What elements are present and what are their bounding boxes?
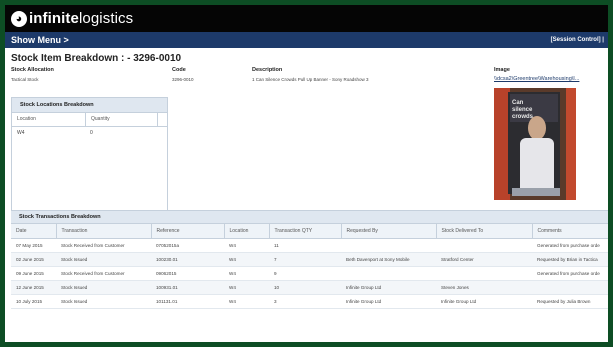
quantity-cell: 0 [90, 130, 93, 136]
delivered-to-cell: Stratford Center [436, 252, 532, 267]
menu-bar: Show Menu > [Session Control] | [5, 32, 608, 48]
col-date[interactable]: Date [11, 224, 57, 239]
comments-cell [532, 280, 608, 295]
stock-transactions-title: Stock Transactions Breakdown [11, 211, 608, 224]
location-cell: W4 [224, 252, 269, 267]
transaction-cell: Stock Received from Customer [56, 266, 151, 281]
col-transaction[interactable]: Transaction [56, 224, 152, 239]
logo-name-regular: logistics [78, 10, 134, 27]
col-location[interactable]: Location [224, 224, 270, 239]
col-transaction-qty[interactable]: Transaction QTY [269, 224, 342, 239]
transaction-cell: Stock Issued [56, 252, 151, 267]
image-banner-stand [512, 188, 560, 196]
col-reference[interactable]: Reference [151, 224, 225, 239]
transaction-cell: Stock Received from Customer [56, 238, 151, 253]
reference-cell: 100931.01 [151, 280, 224, 295]
qty-cell: 3 [269, 294, 341, 309]
date-cell: 12 June 2015 [11, 280, 56, 295]
qty-cell: 7 [269, 252, 341, 267]
location-cell: W4 [224, 238, 269, 253]
reference-cell: 101131.01 [151, 294, 224, 309]
delivered-to-cell: Steven Jones [436, 280, 532, 295]
logo-icon: ◕ [11, 10, 27, 27]
requested-by-cell: Infinite Group Ltd [341, 280, 436, 295]
description-column: Description 1 Can Silence Crowds Pull Up… [252, 67, 369, 82]
allocation-value: Tactical Stock [11, 77, 39, 82]
code-label: Code [172, 67, 186, 73]
stock-locations-panel: Stock Locations Breakdown Location Quant… [11, 97, 168, 211]
page-title: Stock Item Breakdown : - 3296-0010 [11, 53, 182, 64]
reference-cell: 07052015a [151, 238, 224, 253]
allocation-label: Stock Allocation [11, 67, 54, 73]
logo-name-bold: infinite [29, 10, 79, 27]
locations-row: W4 0 [12, 127, 167, 140]
date-cell: 07 May 2015 [11, 238, 56, 253]
description-value: 1 Can Silence Crowds Pull Up Banner - So… [252, 77, 369, 82]
table-row[interactable]: 10 July 2015 Stock Issued 101131.01 W4 3… [11, 294, 608, 309]
requested-by-cell [341, 266, 436, 281]
image-person-head [528, 116, 546, 140]
comments-cell: Requested by Julia Brown [532, 294, 608, 309]
allocation-column: Stock Allocation Tactical Stock [11, 67, 54, 82]
brand-bar: ◕ infinitelogistics [5, 5, 608, 32]
transactions-header-row: Date Transaction Reference Location Tran… [11, 224, 608, 239]
locations-col-location: Location [12, 113, 86, 126]
code-column: Code 3296-0010 [172, 67, 194, 82]
date-cell: 09 June 2015 [11, 266, 56, 281]
image-label: Image [494, 67, 510, 73]
locations-header-row: Location Quantity [12, 113, 167, 127]
table-row[interactable]: 09 June 2015 Stock Received from Custome… [11, 266, 608, 281]
location-cell: W4 [224, 280, 269, 295]
delivered-to-cell [436, 266, 532, 281]
date-cell: 10 July 2015 [11, 294, 56, 309]
reference-cell: 100230.01 [151, 252, 224, 267]
image-column: Image \\dcsa2\Greentree\Warehousing\I... [494, 67, 579, 82]
description-label: Description [252, 67, 283, 73]
table-row[interactable]: 12 June 2015 Stock Issued 100931.01 W4 1… [11, 280, 608, 295]
image-shelf-right [566, 88, 576, 200]
location-cell: W4 [17, 130, 25, 136]
transaction-cell: Stock Issued [56, 280, 151, 295]
requested-by-cell [341, 238, 436, 253]
requested-by-cell: Beth Davenport at Sony Mobile [341, 252, 436, 267]
stock-transactions-panel: Stock Transactions Breakdown Date Transa… [11, 210, 608, 309]
image-person-body [520, 138, 554, 190]
comments-cell: Generated from purchase orde [532, 238, 608, 253]
stock-locations-title: Stock Locations Breakdown [12, 98, 167, 113]
product-image[interactable]: Can silence crowds [494, 88, 576, 200]
table-row[interactable]: 07 May 2015 Stock Received from Customer… [11, 238, 608, 253]
location-cell: W4 [224, 294, 269, 309]
locations-col-quantity: Quantity [86, 113, 158, 126]
date-cell: 02 June 2015 [11, 252, 56, 267]
comments-cell: Requested by Brian in Tactica [532, 252, 608, 267]
qty-cell: 9 [269, 266, 341, 281]
delivered-to-cell [436, 238, 532, 253]
location-cell: W4 [224, 266, 269, 281]
show-menu-button[interactable]: Show Menu > [11, 35, 69, 45]
qty-cell: 11 [269, 238, 341, 253]
code-value: 3296-0010 [172, 77, 194, 82]
comments-cell: Generated from purchase orde [532, 266, 608, 281]
app-window: ◕ infinitelogistics Show Menu > [Session… [5, 5, 608, 342]
table-row[interactable]: 02 June 2015 Stock Issued 100230.01 W4 7… [11, 252, 608, 267]
transactions-table: Date Transaction Reference Location Tran… [11, 224, 608, 309]
qty-cell: 10 [269, 280, 341, 295]
session-control-link[interactable]: [Session Control] | [551, 37, 604, 43]
image-path-link[interactable]: \\dcsa2\Greentree\Warehousing\I... [494, 76, 579, 82]
transaction-cell: Stock Issued [56, 294, 151, 309]
col-requested-by[interactable]: Requested By [341, 224, 437, 239]
col-stock-delivered-to[interactable]: Stock Delivered To [436, 224, 533, 239]
col-comments[interactable]: Comments [532, 224, 608, 239]
delivered-to-cell: Infinite Group Ltd [436, 294, 532, 309]
requested-by-cell: Infinite Group Ltd [341, 294, 436, 309]
logo-text: infinitelogistics [29, 10, 133, 27]
reference-cell: 09062015 [151, 266, 224, 281]
